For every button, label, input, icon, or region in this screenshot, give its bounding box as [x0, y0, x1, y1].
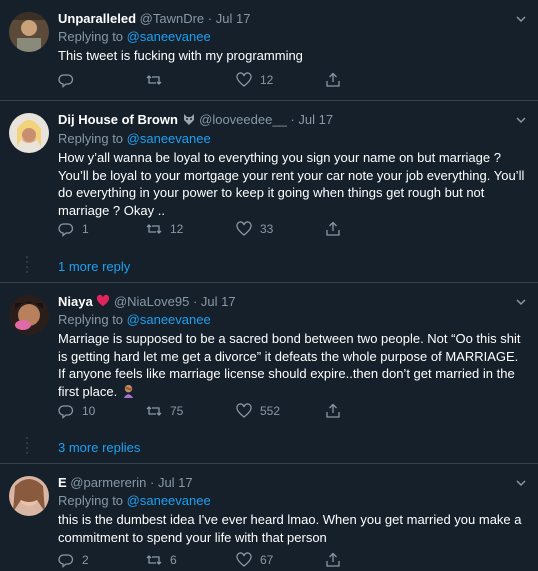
- timestamp[interactable]: Jul 17: [216, 11, 251, 26]
- tweet-text-block: Marriage is supposed to be a sacred bond…: [58, 330, 528, 400]
- separator-dot: ·: [207, 11, 213, 26]
- replying-to-label: Replying to: [58, 493, 124, 508]
- reply-button[interactable]: 1: [58, 220, 89, 238]
- tweet-4[interactable]: E @parmererin · Jul 17 Replying to @sane…: [0, 464, 538, 571]
- replying-to-link[interactable]: @saneevanee: [127, 29, 211, 44]
- retweet-icon: [146, 555, 162, 565]
- heart-icon: [236, 72, 252, 87]
- heart-icon: [236, 221, 252, 236]
- separator-dot: ·: [290, 112, 295, 127]
- author-name[interactable]: Niaya: [58, 294, 93, 309]
- author-handle[interactable]: @looveedee__: [199, 112, 287, 127]
- retweet-button[interactable]: 12: [146, 220, 183, 238]
- reply-icon: [58, 74, 74, 88]
- retweet-button[interactable]: 6: [146, 551, 177, 569]
- author-handle[interactable]: @TawnDre: [140, 11, 205, 26]
- replying-to: Replying to @saneevanee: [58, 312, 211, 327]
- chevron-down-icon[interactable]: [514, 12, 528, 26]
- reply-button[interactable]: [58, 71, 82, 89]
- share-button[interactable]: [325, 402, 349, 420]
- avatar[interactable]: [9, 113, 49, 153]
- thread-dots: [26, 437, 28, 457]
- tweet-1[interactable]: Unparalleled @TawnDre · Jul 17 Replying …: [0, 0, 538, 100]
- separator-dot: ·: [192, 294, 198, 309]
- retweet-count: 6: [170, 553, 177, 567]
- woman-facepalming-emoji-icon: [123, 384, 134, 398]
- chevron-down-icon[interactable]: [514, 476, 528, 490]
- retweet-count: 12: [170, 222, 184, 236]
- author-handle[interactable]: @parmererin: [70, 475, 146, 490]
- replying-to-link[interactable]: @saneevanee: [127, 131, 211, 146]
- avatar[interactable]: [9, 476, 49, 516]
- tweet-actions: 2 6 67: [58, 551, 388, 569]
- replying-to-link[interactable]: @saneevanee: [127, 312, 211, 327]
- retweet-icon: [146, 75, 162, 85]
- share-icon: [326, 221, 340, 236]
- replying-to-label: Replying to: [58, 29, 124, 44]
- share-icon: [326, 72, 340, 87]
- like-count: 33: [260, 222, 274, 236]
- like-count: 12: [260, 73, 274, 87]
- like-count: 552: [260, 404, 281, 418]
- author-name[interactable]: Unparalleled: [58, 11, 136, 26]
- heart-icon: [236, 403, 252, 418]
- replying-to-label: Replying to: [58, 131, 124, 146]
- reply-button[interactable]: 10: [58, 402, 95, 420]
- replying-to-label: Replying to: [58, 312, 124, 327]
- replying-to: Replying to @saneevanee: [58, 29, 211, 44]
- reply-count: 10: [82, 404, 96, 418]
- share-button[interactable]: [325, 71, 349, 89]
- tweet-3[interactable]: Niaya @NiaLove95 · Jul 17 Replying to @s…: [0, 283, 538, 463]
- heart-emoji-icon: [97, 294, 110, 307]
- share-button[interactable]: [325, 220, 349, 238]
- heart-icon: [236, 552, 252, 567]
- tweet-text: This tweet is fucking with my programmin…: [58, 48, 303, 63]
- share-icon: [326, 552, 340, 567]
- like-count: 67: [260, 553, 274, 567]
- tweet-2[interactable]: Dij House of Brown @looveedee__ · Jul 17…: [0, 101, 538, 282]
- reply-icon: [58, 554, 74, 568]
- share-button[interactable]: [325, 551, 349, 569]
- retweet-icon: [146, 224, 162, 234]
- reply-icon: [58, 223, 74, 237]
- share-icon: [326, 403, 340, 418]
- avatar[interactable]: [9, 12, 49, 52]
- timestamp[interactable]: Jul 17: [298, 112, 333, 127]
- retweet-button[interactable]: [146, 71, 170, 89]
- timestamp[interactable]: Jul 17: [201, 294, 236, 309]
- tweet-actions: 1 12 33: [58, 220, 388, 238]
- avatar[interactable]: [9, 295, 49, 335]
- retweet-button[interactable]: 75: [146, 402, 183, 420]
- more-replies-link[interactable]: 3 more replies: [58, 440, 140, 455]
- reply-icon: [58, 405, 74, 419]
- like-button[interactable]: 552: [236, 402, 280, 420]
- tweet-actions: 10 75 552: [58, 402, 388, 420]
- chevron-down-icon[interactable]: [514, 295, 528, 309]
- like-button[interactable]: 67: [236, 551, 273, 569]
- author-name[interactable]: E: [58, 475, 67, 490]
- tweet-actions: 12: [58, 71, 388, 89]
- like-button[interactable]: 33: [236, 220, 273, 238]
- replying-to: Replying to @saneevanee: [58, 131, 211, 146]
- separator-dot: ·: [149, 475, 155, 490]
- tweet-text: How y’all wanna be loyal to everything y…: [58, 150, 525, 218]
- author-handle[interactable]: @NiaLove95: [114, 294, 189, 309]
- reply-count: 1: [82, 222, 89, 236]
- reply-button[interactable]: 2: [58, 551, 89, 569]
- thread-dots: [26, 256, 28, 276]
- reply-count: 2: [82, 553, 89, 567]
- chevron-down-icon[interactable]: [514, 113, 528, 127]
- wolf-emoji-icon: [183, 114, 194, 125]
- retweet-icon: [146, 406, 162, 416]
- like-button[interactable]: 12: [236, 71, 273, 89]
- more-replies-link[interactable]: 1 more reply: [58, 259, 130, 274]
- replying-to: Replying to @saneevanee: [58, 493, 211, 508]
- retweet-count: 75: [170, 404, 184, 418]
- timestamp[interactable]: Jul 17: [158, 475, 193, 490]
- replying-to-link[interactable]: @saneevanee: [127, 493, 211, 508]
- tweet-text: this is the dumbest idea I've ever heard…: [58, 512, 522, 545]
- author-name[interactable]: Dij House of Brown: [58, 112, 178, 127]
